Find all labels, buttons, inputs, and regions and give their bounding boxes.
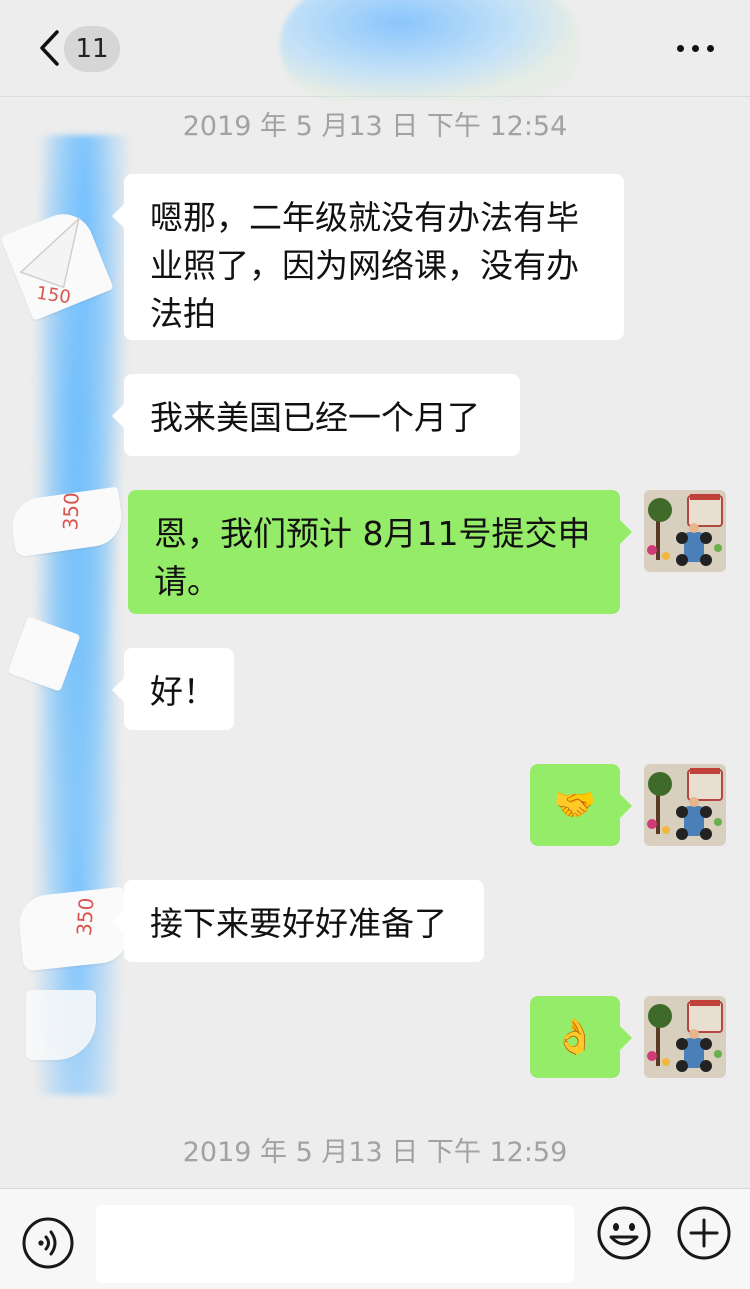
more-dots-icon [676,44,684,52]
more-options-button[interactable] [668,28,722,68]
smiley-icon [597,1206,651,1260]
ok-hand-emoji-icon: 👌 [553,1017,597,1057]
plus-icon [677,1206,731,1260]
message-input[interactable] [96,1205,574,1283]
handshake-emoji-icon: 🤝 [553,785,597,825]
avatar[interactable] [644,490,726,572]
svg-text:150: 150 [35,283,72,309]
avatar[interactable] [644,996,726,1078]
sent-message[interactable]: 👌 [530,996,632,1078]
unread-count-badge[interactable]: 11 [64,26,120,72]
plus-button[interactable] [676,1205,732,1261]
sent-message[interactable]: 🤝 [530,764,632,846]
chevron-left-icon [40,30,59,66]
blurred-chat-title [280,0,580,100]
svg-text:350: 350 [58,492,83,531]
message-timestamp: 2019 年 5 月13 日 下午 12:59 [182,1137,568,1168]
received-message[interactable]: 接下来要好好准备了 [112,880,484,962]
avatar[interactable] [644,764,726,846]
message-text: 恩，我们预计 8月11号提交申请。 [154,514,591,601]
emoji-button[interactable] [596,1205,652,1261]
received-message[interactable]: 我来美国已经一个月了 [112,374,520,456]
voice-icon [22,1217,74,1269]
svg-text:350: 350 [72,897,99,937]
sent-message[interactable]: 恩，我们预计 8月11号提交申请。 [128,490,632,614]
input-bar [0,1188,750,1289]
received-message[interactable]: 好！ [112,648,234,730]
message-text: 接下来要好好准备了 [150,904,447,943]
message-text: 好！ [150,672,216,711]
message-text: 我来美国已经一个月了 [150,398,480,437]
message-text: 嗯那，二年级就没有办法有毕业照了，因为网络课，没有办法拍 [150,198,579,333]
voice-button[interactable] [22,1217,74,1269]
received-message[interactable]: 嗯那，二年级就没有办法有毕业照了，因为网络课，没有办法拍 [112,174,624,340]
chat-header: 11 [0,0,750,100]
